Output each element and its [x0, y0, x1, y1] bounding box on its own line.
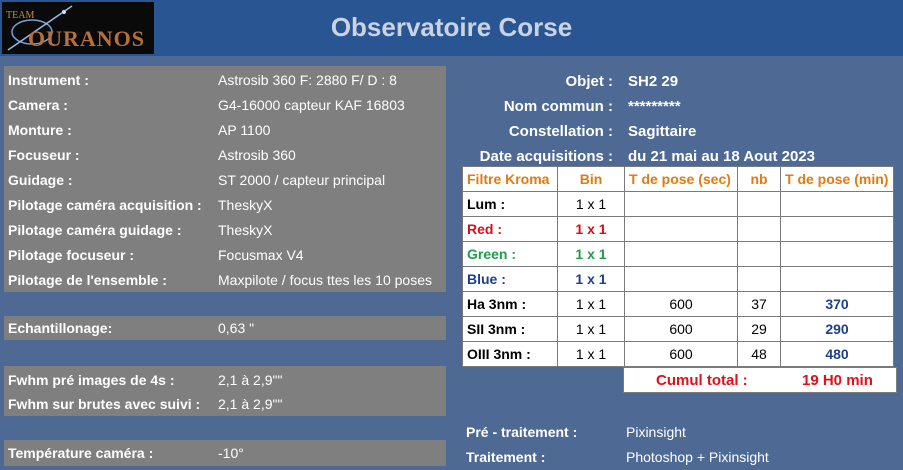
equipment-value: TheskyX [218, 222, 273, 238]
equipment-value: Astrosib 360 [218, 147, 296, 163]
constellation-label: Constellation : [508, 123, 613, 140]
fwhm-value: 2,1 à 2,9"" [218, 396, 283, 412]
equipment-label: Monture : [8, 122, 72, 138]
preprocessing-value: Pixinsight [626, 424, 686, 440]
header-filter: Filtre Kroma [462, 166, 558, 192]
page-title: Observatoire Corse [330, 12, 573, 42]
temperature-label: Température caméra : [8, 445, 154, 461]
equipment-value: AP 1100 [218, 122, 271, 138]
pose-sec-cell [624, 191, 738, 217]
header-pose-min: T de pose (min) [780, 166, 894, 192]
equipment-value: G4-16000 capteur KAF 16803 [218, 97, 405, 113]
equipment-label: Pilotage de l'ensemble : [8, 272, 167, 288]
nb-cell [737, 216, 781, 242]
bin-cell: 1 x 1 [557, 316, 625, 342]
pose-min-cell [780, 191, 894, 217]
sampling-value: 0,63 " [218, 320, 255, 336]
fwhm-label: Fwhm pré images de 4s : [8, 372, 175, 388]
filter-cell: Green : [462, 241, 558, 267]
common-name-value: ********* [628, 98, 681, 115]
bin-cell: 1 x 1 [557, 291, 625, 317]
equipment-panel: Instrument : Astrosib 360 F: 2880 F/ D :… [4, 66, 446, 292]
object-value: SH2 29 [628, 73, 679, 90]
pose-sec-cell [624, 266, 738, 292]
equipment-value: Maxpilote / focus ttes les 10 poses [218, 272, 432, 288]
equipment-label: Pilotage caméra acquisition : [8, 197, 202, 213]
equipment-label: Guidage : [8, 172, 73, 188]
header-bar: TEAM OURANOS Observatoire Corse [0, 0, 903, 56]
table-header-row: Filtre Kroma Bin T de pose (sec) nb T de… [462, 166, 894, 192]
filter-cell: Lum : [462, 191, 558, 217]
processing-label: Traitement : [466, 449, 546, 465]
bin-cell: 1 x 1 [557, 266, 625, 292]
equipment-value: ST 2000 / capteur principal [218, 172, 386, 188]
nb-cell: 37 [737, 291, 781, 317]
pose-min-cell [780, 216, 894, 242]
table-row: Ha 3nm :1 x 1 600 37 370 [462, 291, 894, 317]
filter-cell: Red : [462, 216, 558, 242]
table-row: Lum :1 x 1 [462, 191, 894, 217]
nb-cell: 48 [737, 341, 781, 367]
constellation-value: Sagittaire [628, 123, 697, 140]
nb-cell [737, 241, 781, 267]
bin-cell: 1 x 1 [557, 191, 625, 217]
object-label: Objet : [565, 73, 614, 90]
acquisition-dates-label: Date acquisitions : [479, 148, 613, 165]
cumul-total-value: 19 H0 min [802, 372, 873, 389]
equipment-label: Pilotage caméra guidage : [8, 222, 182, 238]
pose-min-cell [780, 266, 894, 292]
cumul-total-box: Cumul total : 19 H0 min [623, 367, 897, 393]
pose-sec-cell: 600 [624, 291, 738, 317]
cumul-total-label: Cumul total : [656, 372, 748, 389]
acquisition-dates-value: du 21 mai au 18 Aout 2023 [628, 148, 816, 165]
header-bin: Bin [557, 166, 625, 192]
pose-sec-cell: 600 [624, 341, 738, 367]
pose-min-cell: 370 [780, 291, 894, 317]
fwhm-panel: Fwhm pré images de 4s : 2,1 à 2,9"" Fwhm… [4, 366, 446, 416]
equipment-label: Camera : [8, 97, 68, 113]
bin-cell: 1 x 1 [557, 341, 625, 367]
table-row: Red :1 x 1 [462, 216, 894, 242]
equipment-label: Focuseur : [8, 147, 80, 163]
pose-min-cell: 290 [780, 316, 894, 342]
pose-min-cell: 480 [780, 341, 894, 367]
pose-sec-cell [624, 241, 738, 267]
preprocessing-label: Pré - traitement : [466, 424, 578, 440]
nb-cell [737, 191, 781, 217]
filter-cell: Ha 3nm : [462, 291, 558, 317]
nb-cell: 29 [737, 316, 781, 342]
table-row: Blue :1 x 1 [462, 266, 894, 292]
table-row: SII 3nm :1 x 1 600 29 290 [462, 316, 894, 342]
pose-min-cell [780, 241, 894, 267]
bin-cell: 1 x 1 [557, 241, 625, 267]
equipment-value: Focusmax V4 [218, 247, 304, 263]
filter-cell: SII 3nm : [462, 316, 558, 342]
table-row: Green :1 x 1 [462, 241, 894, 267]
filter-cell: OIII 3nm : [462, 341, 558, 367]
processing-value: Photoshop + Pixinsight [626, 449, 769, 465]
header-pose-sec: T de pose (sec) [624, 166, 738, 192]
temperature-panel: Température caméra : -10° [4, 440, 446, 466]
exposure-table: Filtre Kroma Bin T de pose (sec) nb T de… [462, 166, 894, 367]
sampling-label: Echantillonage: [8, 320, 113, 336]
table-row: OIII 3nm :1 x 1 600 48 480 [462, 341, 894, 367]
nb-cell [737, 266, 781, 292]
sampling-panel: Echantillonage: 0,63 " [4, 316, 446, 340]
equipment-label: Pilotage focuseur : [8, 247, 135, 263]
equipment-value: Astrosib 360 F: 2880 F/ D : 8 [218, 72, 397, 88]
fwhm-value: 2,1 à 2,9"" [218, 372, 283, 388]
equipment-value: TheskyX [218, 197, 273, 213]
pose-sec-cell [624, 216, 738, 242]
fwhm-label: Fwhm sur brutes avec suivi : [8, 396, 201, 412]
header-nb: nb [737, 166, 781, 192]
pose-sec-cell: 600 [624, 316, 738, 342]
bin-cell: 1 x 1 [557, 216, 625, 242]
temperature-value: -10° [218, 445, 244, 461]
filter-cell: Blue : [462, 266, 558, 292]
equipment-label: Instrument : [8, 72, 89, 88]
common-name-label: Nom commun : [503, 98, 613, 115]
